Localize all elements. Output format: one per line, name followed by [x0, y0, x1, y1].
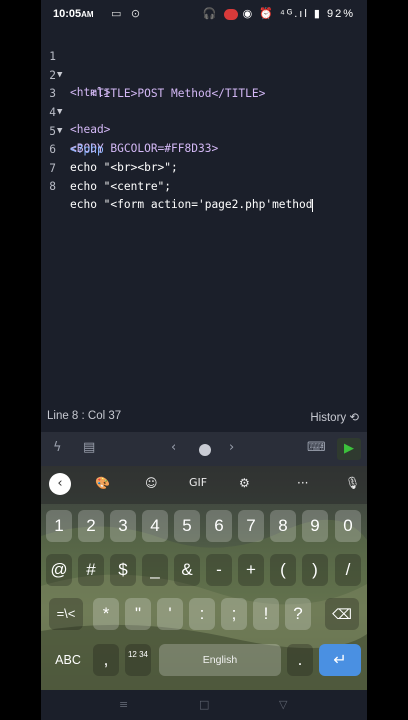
period-key[interactable]: . — [287, 644, 313, 676]
enter-icon[interactable]: ↵ — [319, 644, 361, 676]
code-editor[interactable]: 1 ▼ <html> 2 <TITLE>POST Method</TITLE> … — [41, 30, 367, 408]
more-icon[interactable]: ··· — [297, 476, 308, 490]
home-icon[interactable]: □ — [199, 698, 209, 711]
battery-text: 92% — [326, 8, 355, 20]
back-arrow-icon[interactable]: ‹ — [49, 473, 71, 495]
key[interactable]: ' — [157, 598, 183, 630]
key[interactable]: * — [93, 598, 119, 630]
editor-toolbar: ϟ ▤ ‹ › ⌨ ▶ — [41, 432, 367, 466]
key[interactable]: ? — [285, 598, 311, 630]
key[interactable]: _ — [142, 554, 168, 586]
space-key[interactable]: English — [159, 644, 281, 676]
key[interactable]: / — [335, 554, 361, 586]
phone-screen: 10:05AM ▭ ⊙ 🎧 ◉ ⏰ ⁴ᴳ.ıl ▮ 92% 1 ▼ <html>… — [41, 0, 367, 720]
code-line: 5 <?php — [41, 105, 367, 156]
code-text: echo "<centre"; — [70, 180, 172, 193]
cursor-position: Line 8 : Col 37 — [47, 410, 122, 422]
history-icon: ⟲ — [349, 412, 359, 424]
key[interactable]: 6 — [206, 510, 232, 542]
status-bar: 10:05AM ▭ ⊙ 🎧 ◉ ⏰ ⁴ᴳ.ıl ▮ 92% — [41, 0, 367, 30]
key[interactable]: 8 — [270, 510, 296, 542]
key[interactable]: ; — [221, 598, 247, 630]
key[interactable]: 5 — [174, 510, 200, 542]
key[interactable]: ! — [253, 598, 279, 630]
key[interactable]: # — [78, 554, 104, 586]
back-icon[interactable]: ▽ — [279, 698, 287, 711]
status-time: 10:05AM — [53, 8, 94, 20]
text-cursor — [312, 198, 314, 212]
numpad-key[interactable]: 12 34 — [125, 644, 151, 676]
keyboard-icon[interactable]: ⌨ — [307, 440, 326, 455]
code-text: echo "<form action='page2.php'method — [70, 198, 314, 212]
comma-key[interactable]: , — [93, 644, 119, 676]
chevron-right-icon[interactable]: › — [229, 440, 234, 455]
key[interactable]: 2 — [78, 510, 104, 542]
run-button[interactable]: ▶ — [337, 438, 361, 460]
gear-icon[interactable]: ⚙ — [239, 476, 250, 490]
code-line: 1 ▼ <html> — [41, 30, 367, 99]
key[interactable]: $ — [110, 554, 136, 586]
key[interactable]: & — [174, 554, 200, 586]
code-line: 6 echo "<br><br>"; — [41, 123, 367, 174]
screen-record-icon — [223, 8, 238, 20]
key[interactable]: @ — [46, 554, 72, 586]
key[interactable]: 3 — [110, 510, 136, 542]
flash-icon[interactable]: ϟ — [53, 440, 62, 455]
line-number: 8 — [49, 180, 56, 193]
sticker-icon[interactable]: ☺ — [145, 476, 158, 490]
key[interactable]: - — [206, 554, 232, 586]
key[interactable]: : — [189, 598, 215, 630]
code-line: 4 ▼ <BODY BGCOLOR=#FF8D33> — [41, 86, 367, 155]
recent-apps-icon[interactable]: ≡ — [119, 698, 128, 711]
history-button[interactable]: History ⟲ — [310, 410, 359, 424]
notification-icons: ▭ ⊙ — [111, 7, 144, 20]
keyboard-suggestion-bar: ‹ 🎨 ☺ GIF ⚙ ··· 🎙 — [41, 466, 367, 504]
key[interactable]: 0 — [335, 510, 361, 542]
key[interactable]: ( — [270, 554, 296, 586]
symbols-toggle-key[interactable]: =\< — [49, 598, 83, 630]
key[interactable]: 4 — [142, 510, 168, 542]
status-right-icons: 🎧 ◉ ⏰ ⁴ᴳ.ıl ▮ 92% — [202, 8, 355, 20]
history-label: History — [310, 412, 347, 424]
code-line: 3 ▼ <head> — [41, 67, 367, 136]
backspace-icon[interactable]: ⌫ — [325, 598, 359, 630]
key[interactable]: + — [238, 554, 264, 586]
chevron-left-icon[interactable]: ‹ — [171, 440, 176, 455]
soft-keyboard: ‹ 🎨 ☺ GIF ⚙ ··· 🎙 1 2 3 4 5 6 7 8 9 0 @ … — [41, 466, 367, 690]
key[interactable]: 1 — [46, 510, 72, 542]
key[interactable]: " — [125, 598, 151, 630]
cursor-joystick[interactable] — [199, 444, 211, 456]
palette-icon[interactable]: 🎨 — [95, 476, 110, 490]
code-line: 2 <TITLE>POST Method</TITLE> — [41, 49, 367, 100]
abc-key[interactable]: ABC — [49, 644, 87, 676]
code-line: 8 echo "<form action='page2.php'method — [41, 160, 367, 212]
key[interactable]: 9 — [302, 510, 328, 542]
key[interactable]: 7 — [238, 510, 264, 542]
microphone-icon[interactable]: 🎙 — [345, 476, 360, 490]
key[interactable]: ) — [302, 554, 328, 586]
code-line: 7 echo "<centre"; — [41, 142, 367, 193]
navigation-bar: ≡ □ ▽ — [41, 690, 367, 720]
gif-button[interactable]: GIF — [189, 476, 207, 489]
clipboard-icon[interactable]: ▤ — [83, 440, 95, 455]
